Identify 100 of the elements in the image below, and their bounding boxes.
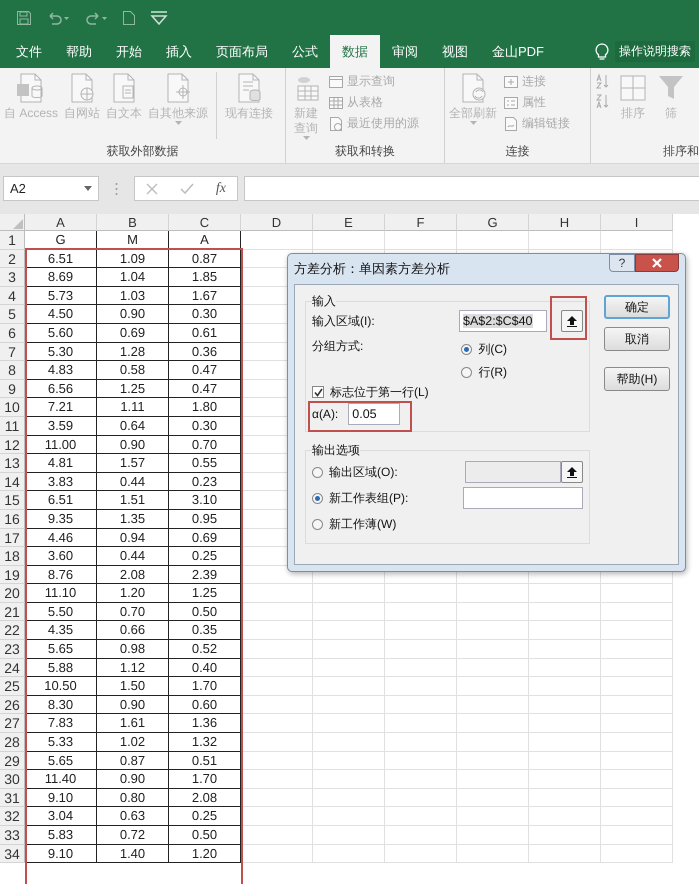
alpha-field[interactable]: 0.05 <box>348 403 400 425</box>
row-header[interactable]: 4 <box>0 286 25 306</box>
dialog-button[interactable]: 确定 <box>604 295 670 319</box>
row-header[interactable]: 12 <box>0 436 25 454</box>
row-header[interactable]: 25 <box>0 677 25 696</box>
table-cell: 0.58 <box>97 361 169 380</box>
column-header[interactable]: D <box>241 214 313 231</box>
formula-input[interactable] <box>244 176 699 201</box>
row-header[interactable]: 33 <box>0 826 25 845</box>
table-cell: 0.95 <box>169 510 241 528</box>
ribbon-tab[interactable]: 插入 <box>154 35 204 68</box>
dialog-button[interactable]: 帮助(H) <box>604 367 670 391</box>
row-header[interactable]: 16 <box>0 510 25 528</box>
table-cell <box>457 714 529 734</box>
row-header[interactable]: 1 <box>0 231 25 250</box>
ribbon-tab[interactable]: 文件 <box>4 35 54 68</box>
dialog-button[interactable]: 取消 <box>604 327 670 351</box>
radio-button[interactable]: 行(R) <box>461 364 508 381</box>
name-box[interactable]: A2 <box>3 176 99 201</box>
ribbon-tab[interactable]: 页面布局 <box>204 35 280 68</box>
ribbon-tab[interactable]: 公式 <box>280 35 330 68</box>
redo-icon[interactable] <box>84 10 108 26</box>
ribbon-tab[interactable]: 金山PDF <box>480 35 556 68</box>
row-header[interactable]: 8 <box>0 361 25 380</box>
row-header[interactable]: 28 <box>0 733 25 752</box>
radio-button[interactable]: 输出区域(O): <box>312 464 398 480</box>
column-header[interactable]: B <box>97 214 169 231</box>
row-header[interactable]: 20 <box>0 584 25 603</box>
collapse-button[interactable] <box>561 310 583 332</box>
row-header[interactable]: 15 <box>0 491 25 510</box>
new-document-icon[interactable] <box>122 10 136 26</box>
output-range-field[interactable] <box>465 461 561 483</box>
row-header[interactable]: 34 <box>0 844 25 864</box>
table-cell: M <box>97 231 169 250</box>
row-header[interactable]: 23 <box>0 640 25 659</box>
row-header[interactable]: 22 <box>0 621 25 640</box>
help-button[interactable]: ? <box>609 254 635 272</box>
radio-button[interactable]: 新工作薄(W) <box>312 516 396 532</box>
collapse-button[interactable] <box>561 461 583 483</box>
table-cell <box>529 807 601 826</box>
ribbon-tab[interactable]: 审阅 <box>380 35 430 68</box>
ribbon-tab[interactable]: 帮助 <box>54 35 104 68</box>
tell-me-search[interactable]: 操作说明搜索 <box>615 41 695 62</box>
row-header[interactable]: 9 <box>0 380 25 398</box>
ribbon-tab[interactable]: 视图 <box>430 35 480 68</box>
table-cell: 0.70 <box>97 602 169 622</box>
table-cell <box>529 844 601 864</box>
row-header[interactable]: 6 <box>0 324 25 343</box>
row-header[interactable]: 7 <box>0 342 25 362</box>
row-header[interactable]: 5 <box>0 305 25 324</box>
row-header[interactable]: 32 <box>0 807 25 826</box>
row-header[interactable]: 11 <box>0 416 25 436</box>
table-cell <box>601 844 673 864</box>
table-cell: 1.85 <box>169 268 241 287</box>
row-header[interactable]: 18 <box>0 547 25 566</box>
checkbox[interactable]: 标志位于第一行(L) <box>312 384 429 400</box>
column-header[interactable]: E <box>313 214 385 231</box>
table-cell: 1.61 <box>97 714 169 734</box>
table-cell: 0.30 <box>169 416 241 436</box>
row-header[interactable]: 14 <box>0 472 25 492</box>
row-header[interactable]: 29 <box>0 752 25 770</box>
column-header[interactable]: I <box>601 214 673 231</box>
table-cell: 3.10 <box>169 491 241 510</box>
ribbon-tab[interactable]: 开始 <box>104 35 154 68</box>
table-cell <box>385 714 457 734</box>
table-cell <box>601 807 673 826</box>
column-header[interactable]: F <box>385 214 457 231</box>
save-icon[interactable] <box>16 10 32 26</box>
table-cell <box>313 231 385 250</box>
column-header[interactable]: C <box>169 214 241 231</box>
insert-function-button[interactable]: fx <box>216 180 226 196</box>
sheet-name-field[interactable] <box>463 487 583 509</box>
input-range-field[interactable]: $A$2:$C$40 <box>459 310 547 332</box>
table-cell <box>601 788 673 808</box>
select-all-corner[interactable] <box>0 214 25 231</box>
row-header[interactable]: 19 <box>0 566 25 584</box>
radio-button[interactable]: 列(C) <box>461 341 508 358</box>
row-header[interactable]: 24 <box>0 658 25 678</box>
close-button[interactable] <box>635 254 679 272</box>
row-header[interactable]: 26 <box>0 696 25 714</box>
cancel-icon[interactable] <box>146 182 158 194</box>
column-header[interactable]: A <box>25 214 97 231</box>
radio-button[interactable]: 新工作表组(P): <box>312 490 408 506</box>
row-header[interactable]: 30 <box>0 770 25 789</box>
row-header[interactable]: 17 <box>0 528 25 548</box>
row-header[interactable]: 13 <box>0 454 25 473</box>
ribbon-tab[interactable]: 数据 <box>330 35 380 68</box>
customize-menu-icon[interactable] <box>150 10 168 24</box>
table-cell <box>529 584 601 603</box>
row-header[interactable]: 3 <box>0 268 25 287</box>
dropdown-icon[interactable] <box>84 186 92 191</box>
row-header[interactable]: 31 <box>0 788 25 808</box>
row-header[interactable]: 10 <box>0 398 25 417</box>
lightbulb-icon[interactable] <box>595 42 609 60</box>
check-icon[interactable] <box>180 182 194 194</box>
row-header[interactable]: 2 <box>0 250 25 268</box>
column-header[interactable]: G <box>457 214 529 231</box>
row-header[interactable]: 21 <box>0 602 25 622</box>
column-header[interactable]: H <box>529 214 601 231</box>
row-header[interactable]: 27 <box>0 714 25 734</box>
